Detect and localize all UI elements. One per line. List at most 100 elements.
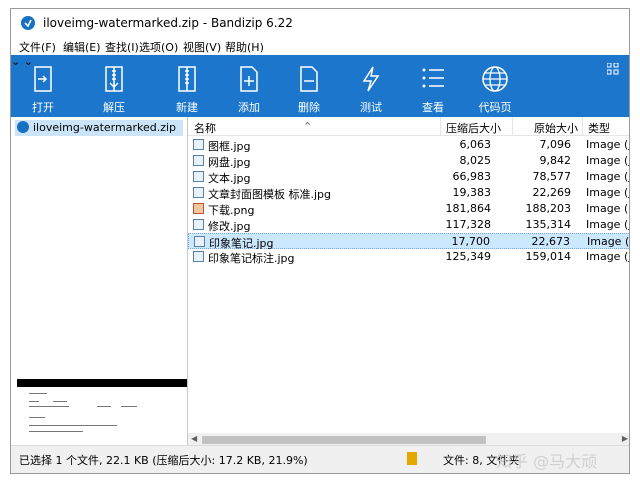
- png-file-icon: [193, 203, 204, 214]
- image-preview: [17, 379, 187, 455]
- title-bar: iloveimg-watermarked.zip - Bandizip 6.22: [11, 9, 629, 37]
- codepage-label: 代码页: [478, 101, 512, 114]
- file-type: Image (jpg: [586, 250, 629, 263]
- file-type: Image (jpg: [586, 218, 629, 231]
- add-button[interactable]: 添加: [227, 55, 271, 117]
- layout-grid-icon[interactable]: [607, 63, 619, 75]
- file-original-size: 135,314: [525, 218, 572, 231]
- bandizip-app-icon: [21, 16, 35, 30]
- file-type: Image (jpg: [586, 138, 629, 151]
- column-type[interactable]: 类型: [588, 120, 610, 136]
- delete-file-icon: [300, 66, 318, 92]
- list-view-icon: [422, 68, 444, 88]
- delete-button[interactable]: 删除: [287, 55, 331, 117]
- file-compressed-size: 125,349: [445, 250, 492, 263]
- file-row[interactable]: 下载.png 181,864 188,203 Image (png: [188, 201, 629, 217]
- file-name: 图框.jpg: [208, 140, 251, 153]
- file-name: 修改.jpg: [208, 220, 251, 233]
- scroll-right-arrow-icon[interactable]: ▶: [622, 434, 628, 443]
- preview-thumbnail: [17, 387, 187, 447]
- open-label: 打开: [32, 101, 54, 114]
- file-row[interactable]: 图框.jpg 6,063 7,096 Image (jpg: [188, 137, 629, 153]
- file-original-size: 7,096: [539, 138, 572, 151]
- window-title: iloveimg-watermarked.zip - Bandizip 6.22: [43, 16, 293, 30]
- open-button[interactable]: 打开: [21, 55, 65, 117]
- jpg-file-icon: [194, 236, 205, 247]
- file-row[interactable]: 网盘.jpg 8,025 9,842 Image (jpg: [188, 153, 629, 169]
- file-name: 印象笔记标注.jpg: [208, 252, 295, 265]
- view-button[interactable]: 查看: [411, 55, 455, 117]
- toolbar: 打开 ⌄ 解压 ⌄ 新建 添加 删除 测试 查看 代码页: [11, 55, 629, 117]
- column-original-size[interactable]: 原始大小: [534, 120, 578, 136]
- column-compressed-size[interactable]: 压缩后大小: [446, 120, 501, 136]
- menu-find[interactable]: 查找(I): [105, 39, 139, 55]
- app-window: iloveimg-watermarked.zip - Bandizip 6.22…: [10, 8, 630, 474]
- watermark: 知乎 @马大顽: [496, 452, 598, 471]
- file-type: Image (jpg: [586, 186, 629, 199]
- column-header: 名称 ⌃ 压缩后大小 原始大小 类型: [188, 117, 629, 136]
- file-compressed-size: 17,700: [451, 235, 491, 248]
- file-type: Image (jpg: [586, 154, 629, 167]
- file-type: Image (jpg: [587, 235, 630, 248]
- menu-edit[interactable]: 编辑(E): [63, 39, 101, 55]
- open-dropdown-chevron-icon[interactable]: ⌄: [11, 55, 20, 68]
- folder-tree-pane: iloveimg-watermarked.zip: [11, 117, 188, 455]
- file-type: Image (png: [586, 202, 629, 215]
- file-compressed-size: 6,063: [459, 138, 492, 151]
- file-compressed-size: 66,983: [452, 170, 492, 183]
- file-original-size: 9,842: [539, 154, 572, 167]
- file-original-size: 78,577: [532, 170, 572, 183]
- menu-view[interactable]: 视图(V): [183, 39, 221, 55]
- file-compressed-size: 117,328: [445, 218, 492, 231]
- add-label: 添加: [238, 101, 260, 114]
- menu-options[interactable]: 选项(O): [139, 39, 178, 55]
- jpg-file-icon: [193, 139, 204, 150]
- extract-icon: [105, 66, 123, 92]
- delete-label: 删除: [298, 101, 320, 114]
- file-original-size: 22,673: [531, 235, 571, 248]
- file-row-selected[interactable]: 印象笔记.jpg 17,700 22,673 Image (jpg: [188, 233, 630, 250]
- jpg-file-icon: [193, 171, 204, 182]
- jpg-file-icon: [193, 251, 204, 262]
- menu-file[interactable]: 文件(F): [19, 39, 56, 55]
- new-archive-label: 新建: [176, 101, 198, 114]
- extract-label: 解压: [103, 101, 125, 114]
- column-name[interactable]: 名称: [194, 120, 216, 136]
- file-type: Image (jpg: [586, 170, 629, 183]
- extract-button[interactable]: 解压: [91, 55, 137, 117]
- file-compressed-size: 8,025: [459, 154, 492, 167]
- add-file-icon: [240, 66, 258, 92]
- menu-bar: 文件(F) 编辑(E) 查找(I) 选项(O) 视图(V) 帮助(H): [11, 37, 629, 55]
- file-compressed-size: 19,383: [452, 186, 492, 199]
- new-archive-icon: [178, 66, 196, 92]
- status-selection: 已选择 1 个文件, 22.1 KB (压缩后大小: 17.2 KB, 21.9…: [19, 454, 308, 467]
- tree-item-label: iloveimg-watermarked.zip: [33, 121, 177, 134]
- file-name: 下载.png: [208, 204, 255, 217]
- codepage-button[interactable]: 代码页: [473, 55, 517, 117]
- lightning-icon: [362, 66, 380, 92]
- view-label: 查看: [422, 101, 444, 114]
- file-original-size: 22,269: [532, 186, 572, 199]
- open-icon: [34, 66, 52, 92]
- jpg-file-icon: [193, 155, 204, 166]
- file-compressed-size: 181,864: [445, 202, 492, 215]
- file-row[interactable]: 文章封面图模板 标准.jpg 19,383 22,269 Image (jpg: [188, 185, 629, 201]
- file-name: 网盘.jpg: [208, 156, 251, 169]
- menu-help[interactable]: 帮助(H): [225, 39, 264, 55]
- test-button[interactable]: 测试: [349, 55, 393, 117]
- file-row[interactable]: 文本.jpg 66,983 78,577 Image (jpg: [188, 169, 629, 185]
- file-row[interactable]: 印象笔记标注.jpg 125,349 159,014 Image (jpg: [188, 249, 629, 265]
- file-name: 文本.jpg: [208, 172, 251, 185]
- jpg-file-icon: [193, 187, 204, 198]
- file-row[interactable]: 修改.jpg 117,328 135,314 Image (jpg: [188, 217, 629, 233]
- file-name: 文章封面图模板 标准.jpg: [208, 188, 332, 201]
- scrollbar-thumb[interactable]: [202, 436, 486, 444]
- jpg-file-icon: [193, 219, 204, 230]
- sort-arrow-icon: ⌃: [303, 120, 313, 133]
- scroll-left-arrow-icon[interactable]: ◀: [191, 434, 197, 443]
- new-archive-button[interactable]: 新建: [165, 55, 209, 117]
- test-label: 测试: [360, 101, 382, 114]
- archive-status-icon: [407, 452, 417, 465]
- tree-item-archive[interactable]: iloveimg-watermarked.zip: [15, 120, 183, 136]
- file-original-size: 188,203: [525, 202, 572, 215]
